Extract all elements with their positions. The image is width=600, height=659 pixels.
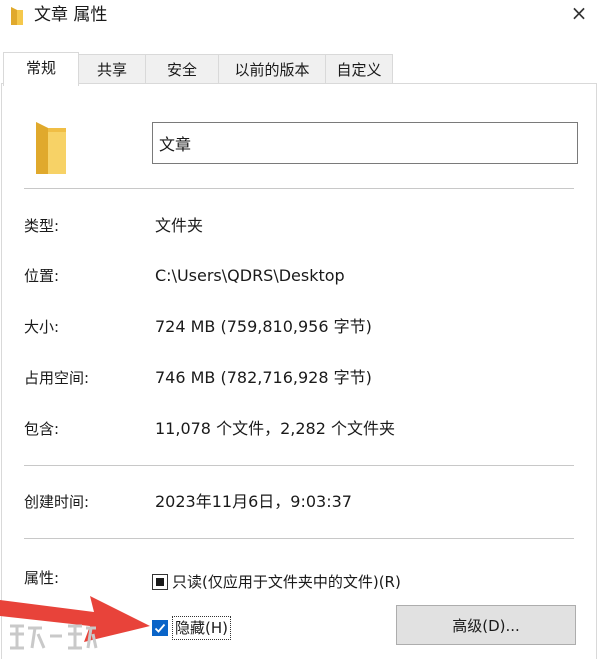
- type-label: 类型:: [24, 217, 60, 235]
- location-value: C:\Users\QDRS\Desktop: [155, 266, 345, 285]
- disk-size-label: 占用空间:: [24, 369, 90, 387]
- readonly-row[interactable]: 只读(仅应用于文件夹中的文件)(R): [152, 571, 401, 593]
- properties-window: 文章 属性 × 常规 共享 安全 以前的版本 自定义 类型: 文件夹 位置: C…: [0, 0, 600, 659]
- size-label: 大小:: [24, 318, 60, 336]
- readonly-label: 只读(仅应用于文件夹中的文件)(R): [172, 573, 401, 591]
- tab-previous-versions[interactable]: 以前的版本: [218, 54, 326, 84]
- tab-sharing[interactable]: 共享: [78, 54, 146, 84]
- type-value: 文件夹: [155, 216, 204, 235]
- window-title: 文章 属性: [34, 5, 108, 25]
- tab-customize[interactable]: 自定义: [325, 54, 393, 84]
- hidden-row[interactable]: 隐藏(H): [152, 616, 231, 640]
- close-icon: ×: [570, 1, 588, 25]
- tab-strip: 常规 共享 安全 以前的版本 自定义: [0, 52, 600, 86]
- disk-size-value: 746 MB (782,716,928 字节): [155, 368, 372, 387]
- contains-value: 11,078 个文件，2,282 个文件夹: [155, 419, 395, 438]
- folder-icon: [11, 7, 23, 25]
- close-button[interactable]: ×: [566, 0, 592, 28]
- watermark-logo: [10, 624, 98, 650]
- advanced-button[interactable]: 高级(D)...: [396, 605, 576, 645]
- location-label: 位置:: [24, 267, 60, 285]
- created-value: 2023年11月6日，9:03:37: [155, 492, 352, 511]
- contains-label: 包含:: [24, 420, 60, 438]
- folder-name-input[interactable]: [152, 122, 578, 164]
- separator: [24, 538, 574, 539]
- size-value: 724 MB (759,810,956 字节): [155, 317, 372, 336]
- title-bar[interactable]: 文章 属性 ×: [0, 0, 600, 34]
- separator: [24, 465, 574, 466]
- created-label: 创建时间:: [24, 493, 90, 511]
- folder-icon: [36, 122, 66, 174]
- tab-general[interactable]: 常规: [3, 52, 79, 86]
- hidden-label: 隐藏(H): [172, 616, 231, 640]
- tab-security[interactable]: 安全: [145, 54, 219, 84]
- separator: [24, 188, 574, 189]
